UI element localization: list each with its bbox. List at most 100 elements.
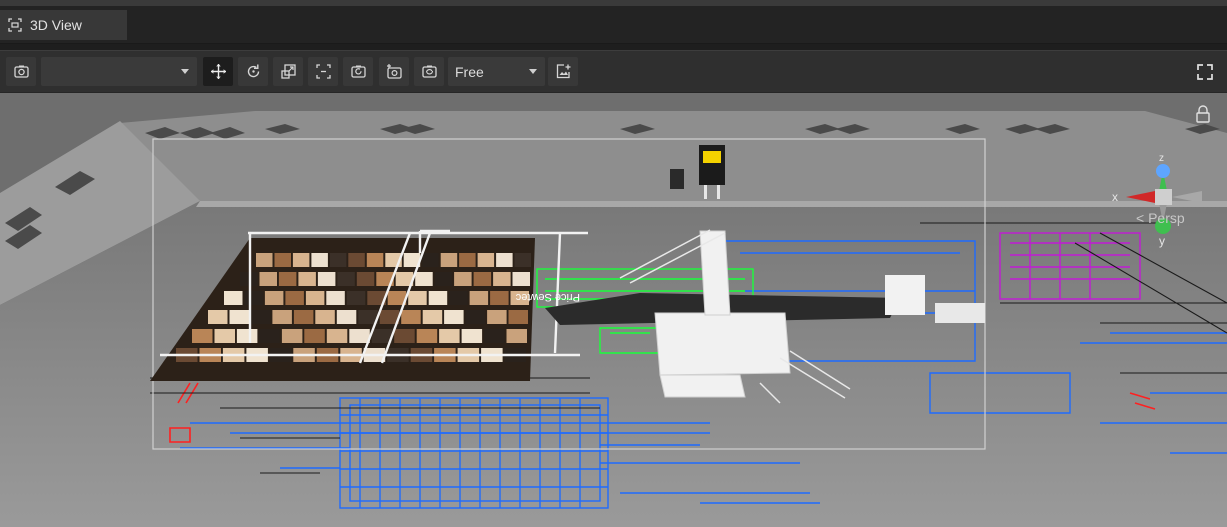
crate bbox=[356, 272, 375, 286]
chevron-down-icon bbox=[529, 69, 537, 74]
crate bbox=[449, 291, 468, 305]
crate bbox=[311, 253, 328, 267]
crate bbox=[487, 310, 507, 324]
crate bbox=[477, 253, 495, 267]
crate bbox=[366, 253, 384, 267]
crate bbox=[422, 310, 443, 324]
crate bbox=[304, 329, 325, 343]
frame-selection-button[interactable] bbox=[308, 57, 338, 86]
move-tool-button[interactable] bbox=[203, 57, 233, 86]
crate bbox=[278, 272, 297, 286]
axis-z-label: z bbox=[1159, 153, 1164, 164]
crate bbox=[349, 329, 370, 343]
move-icon bbox=[210, 64, 226, 79]
crate bbox=[240, 272, 258, 286]
crate bbox=[326, 291, 345, 305]
add-camera-button[interactable] bbox=[379, 57, 409, 86]
crate bbox=[454, 272, 472, 286]
view-panel: Free Price Sewtec x y z < Persp bbox=[0, 50, 1227, 527]
camera-button[interactable] bbox=[6, 57, 36, 86]
crate bbox=[259, 272, 277, 286]
frame-icon bbox=[315, 64, 331, 79]
crate bbox=[496, 253, 513, 267]
crate bbox=[512, 272, 530, 286]
tab-bar: 3D View bbox=[0, 6, 1227, 44]
crate bbox=[256, 253, 273, 267]
crate bbox=[208, 310, 228, 324]
crate bbox=[473, 272, 492, 286]
export-icon bbox=[556, 64, 570, 79]
crate bbox=[259, 329, 280, 343]
crate bbox=[274, 253, 291, 267]
crate bbox=[422, 253, 439, 267]
crate bbox=[514, 253, 531, 267]
crate bbox=[490, 291, 509, 305]
crate bbox=[465, 310, 486, 324]
3d-viewport[interactable]: Price Sewtec x y z < Persp bbox=[0, 93, 1227, 527]
crate bbox=[440, 253, 458, 267]
crate bbox=[348, 253, 365, 267]
crate bbox=[326, 329, 348, 343]
fullscreen-button[interactable] bbox=[1195, 62, 1215, 87]
crate bbox=[285, 291, 304, 305]
crate bbox=[459, 253, 476, 267]
crate bbox=[508, 310, 528, 324]
crate bbox=[329, 253, 347, 267]
scale-tool-button[interactable] bbox=[273, 57, 303, 86]
snapshot-button[interactable] bbox=[343, 57, 373, 86]
scale-icon bbox=[280, 64, 296, 79]
toolbar: Free bbox=[0, 51, 1227, 93]
crate bbox=[264, 291, 284, 305]
crate bbox=[224, 291, 243, 305]
scene-render: Price Sewtec x y z bbox=[0, 93, 1227, 527]
crate bbox=[214, 329, 235, 343]
crate bbox=[337, 272, 355, 286]
crate bbox=[336, 310, 357, 324]
crate bbox=[317, 272, 336, 286]
rotate-tool-button[interactable] bbox=[238, 57, 268, 86]
camera-mode-select[interactable]: Free bbox=[448, 57, 545, 86]
projection-toggle[interactable]: < Persp bbox=[1136, 210, 1185, 226]
crate bbox=[272, 310, 292, 324]
crate bbox=[293, 310, 314, 324]
crate bbox=[415, 272, 433, 286]
crate bbox=[315, 310, 335, 324]
door bbox=[670, 169, 684, 189]
capture-icon bbox=[421, 65, 437, 78]
chevron-down-icon bbox=[181, 69, 189, 74]
axis-y-label: y bbox=[1159, 234, 1165, 248]
crate bbox=[401, 310, 421, 324]
crate bbox=[506, 329, 527, 343]
crate bbox=[484, 329, 505, 343]
crate bbox=[292, 253, 310, 267]
crate bbox=[408, 291, 427, 305]
capture-button[interactable] bbox=[414, 57, 444, 86]
machine bbox=[885, 275, 925, 315]
crate bbox=[229, 310, 249, 324]
crate bbox=[192, 329, 213, 343]
export-view-button[interactable] bbox=[548, 57, 578, 86]
crate bbox=[346, 291, 366, 305]
banner-text: Price Sewtec bbox=[515, 291, 580, 303]
crate bbox=[428, 291, 448, 305]
tab-3d-view[interactable]: 3D View bbox=[0, 10, 127, 40]
crate bbox=[493, 272, 511, 286]
crate bbox=[416, 329, 438, 343]
add-camera-icon bbox=[386, 64, 402, 79]
fullscreen-icon bbox=[1197, 64, 1213, 80]
gizmo-center-cube[interactable] bbox=[1155, 189, 1172, 205]
camera-icon bbox=[13, 65, 29, 78]
crate bbox=[439, 329, 460, 343]
crate bbox=[305, 291, 325, 305]
crate bbox=[236, 329, 258, 343]
crate bbox=[298, 272, 316, 286]
axis-z-ball[interactable] bbox=[1156, 164, 1170, 178]
camera-mode-value: Free bbox=[455, 63, 484, 80]
crate bbox=[244, 291, 263, 305]
crate bbox=[434, 272, 453, 286]
crate bbox=[469, 291, 489, 305]
view-3d-icon bbox=[8, 18, 22, 32]
camera-select[interactable] bbox=[41, 57, 197, 86]
crate bbox=[461, 329, 483, 343]
rotate-icon bbox=[247, 64, 259, 78]
